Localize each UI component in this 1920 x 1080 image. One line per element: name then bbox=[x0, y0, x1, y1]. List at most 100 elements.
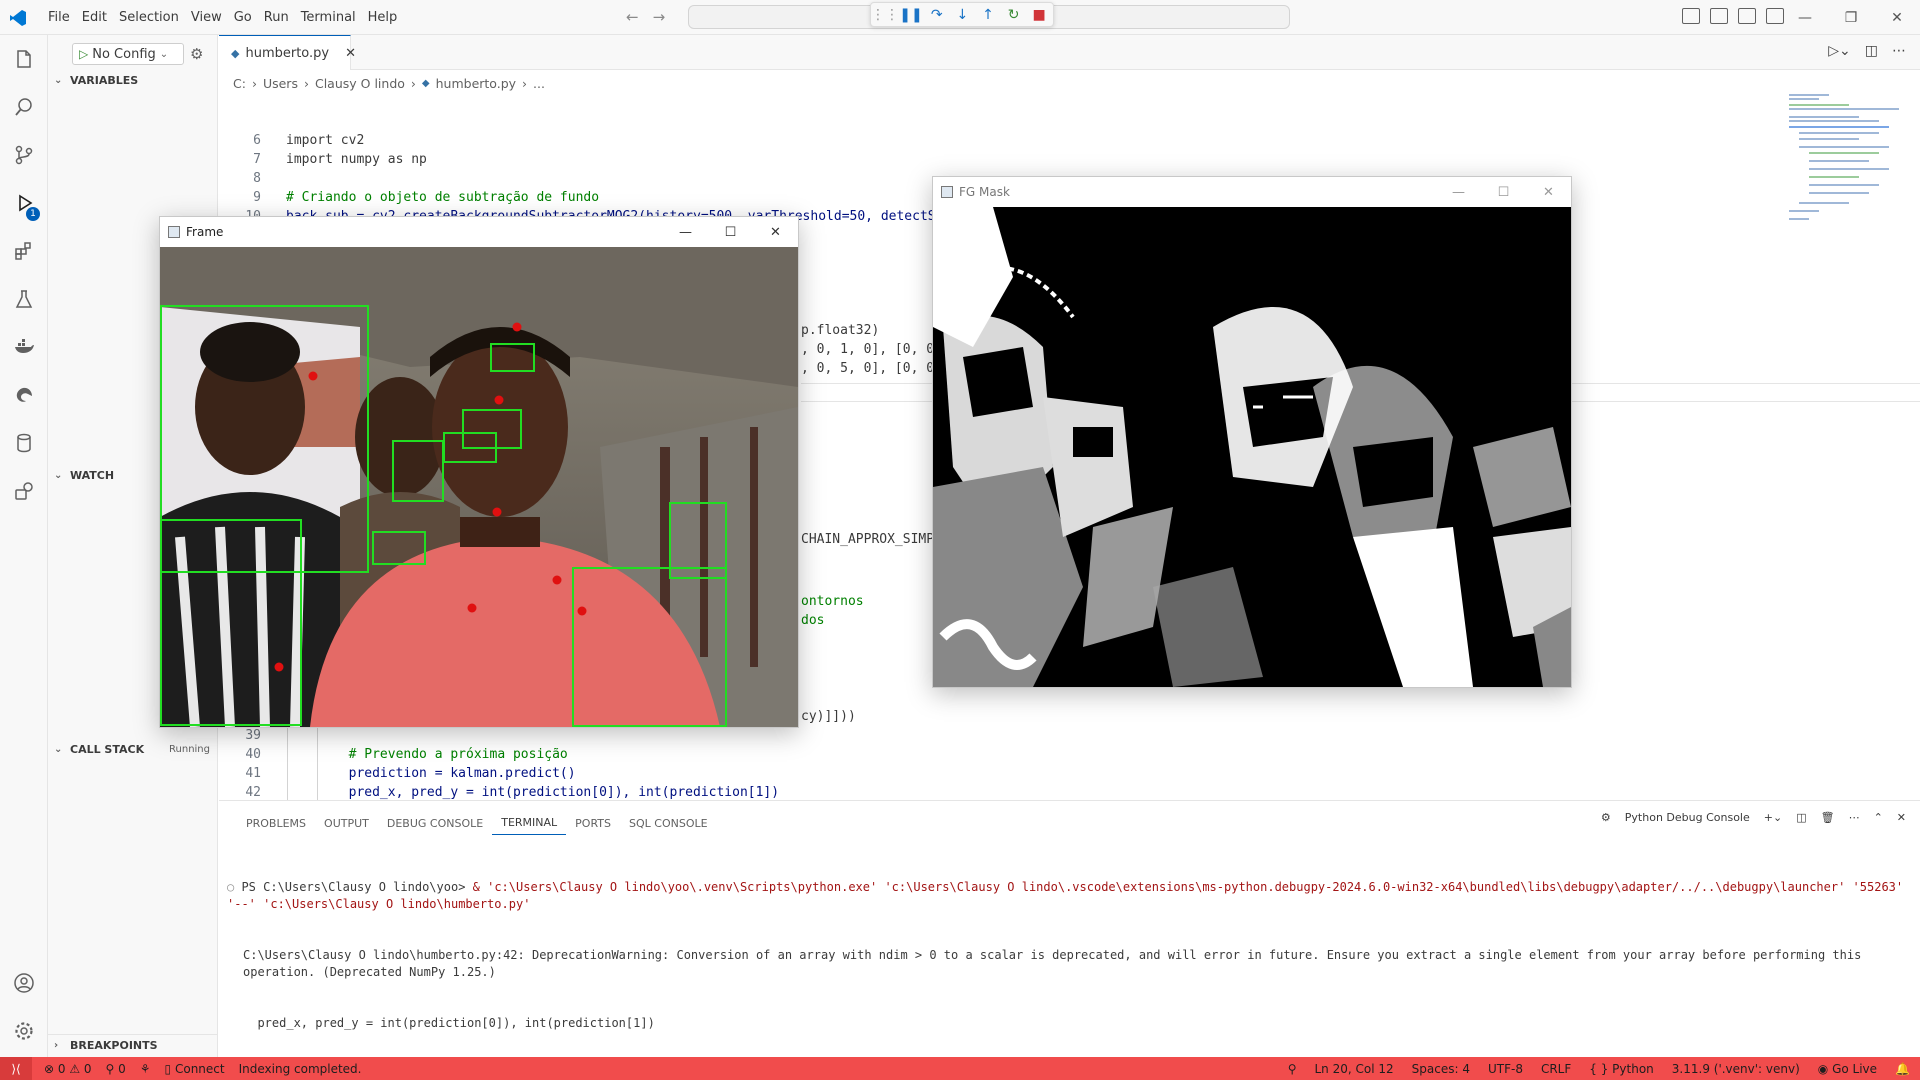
database-icon[interactable] bbox=[0, 419, 48, 467]
python-interpreter[interactable]: 3.11.9 ('.venv': venv) bbox=[1672, 1062, 1800, 1076]
breadcrumb-drive[interactable]: C: bbox=[233, 76, 246, 91]
ports-count[interactable]: ⚲ 0 bbox=[106, 1062, 126, 1076]
toggle-sidebar-icon[interactable] bbox=[1682, 8, 1700, 24]
maximize-button[interactable]: ☐ bbox=[1481, 177, 1526, 207]
code-line: 40 # Prevendo a próxima posição bbox=[245, 747, 568, 762]
close-tab-icon[interactable]: ✕ bbox=[345, 46, 356, 61]
tab-humberto-py[interactable]: ◆ humberto.py ✕ bbox=[219, 35, 356, 70]
tab-problems[interactable]: PROBLEMS bbox=[237, 811, 315, 835]
connect-button[interactable]: ▯ Connect bbox=[165, 1062, 225, 1076]
run-python-file-icon[interactable]: ▷⌄ bbox=[1828, 43, 1851, 59]
problems-count[interactable]: ⊗ 0 ⚠ 0 bbox=[44, 1062, 92, 1076]
menu-run[interactable]: Run bbox=[258, 10, 295, 25]
tab-terminal[interactable]: TERMINAL bbox=[492, 811, 567, 835]
split-terminal-icon[interactable]: ◫ bbox=[1796, 811, 1806, 824]
minimap[interactable] bbox=[1789, 90, 1909, 250]
tab-ports[interactable]: PORTS bbox=[566, 811, 620, 835]
window-app-icon bbox=[941, 186, 953, 198]
tab-debug-console[interactable]: DEBUG CONSOLE bbox=[378, 811, 492, 835]
docker-icon[interactable] bbox=[0, 323, 48, 371]
toggle-panel-icon[interactable] bbox=[1710, 8, 1728, 24]
start-debug-icon[interactable]: ▷ bbox=[79, 47, 88, 61]
cursor-position[interactable]: Ln 20, Col 12 bbox=[1315, 1062, 1394, 1076]
more-actions-icon[interactable]: ⋯ bbox=[1849, 811, 1860, 824]
edge-devtools-icon[interactable] bbox=[0, 371, 48, 419]
close-button[interactable]: ✕ bbox=[753, 217, 798, 247]
maximize-button[interactable]: ☐ bbox=[708, 217, 753, 247]
run-debug-icon[interactable]: 1 bbox=[0, 179, 48, 227]
breadcrumb-users[interactable]: Users bbox=[263, 76, 298, 91]
minimize-button[interactable]: — bbox=[1782, 0, 1828, 35]
frame-window-titlebar[interactable]: Frame bbox=[160, 217, 223, 247]
testing-flask-icon[interactable] bbox=[0, 275, 48, 323]
breadcrumb-user[interactable]: Clausy O lindo bbox=[315, 76, 405, 91]
settings-gear-icon[interactable] bbox=[0, 1007, 48, 1055]
open-launch-json-gear-icon[interactable]: ⚙ bbox=[190, 45, 203, 63]
tab-sql-console[interactable]: SQL CONSOLE bbox=[620, 811, 717, 835]
remote-explorer-icon[interactable] bbox=[0, 467, 48, 515]
activity-bar: 1 bbox=[0, 35, 48, 1057]
minimize-button[interactable]: — bbox=[1436, 177, 1481, 207]
accounts-icon[interactable] bbox=[0, 959, 48, 1007]
notifications-bell-icon[interactable]: 🔔 bbox=[1895, 1062, 1910, 1076]
fg-mask-window[interactable]: FG Mask — ☐ ✕ bbox=[932, 176, 1572, 688]
call-stack-status: Running bbox=[169, 743, 210, 755]
source-control-icon[interactable] bbox=[0, 131, 48, 179]
menu-edit[interactable]: Edit bbox=[76, 10, 113, 25]
fg-mask-window-titlebar[interactable]: FG Mask bbox=[933, 177, 1010, 207]
breakpoints-section-header[interactable]: › BREAKPOINTS bbox=[48, 1034, 218, 1056]
call-stack-section-header[interactable]: ⌄ CALL STACK Running bbox=[48, 738, 218, 760]
vscode-logo-icon bbox=[10, 10, 26, 26]
stop-icon[interactable]: ■ bbox=[1029, 5, 1049, 25]
kill-terminal-icon[interactable]: 🗑 bbox=[1821, 811, 1835, 824]
new-terminal-icon[interactable]: +⌄ bbox=[1764, 811, 1782, 824]
drag-handle-icon[interactable]: ⋮⋮ bbox=[871, 5, 899, 25]
close-button[interactable]: ✕ bbox=[1874, 0, 1920, 35]
debug-status-icon[interactable]: ⚘ bbox=[140, 1062, 151, 1076]
menu-view[interactable]: View bbox=[185, 10, 228, 25]
tab-output[interactable]: OUTPUT bbox=[315, 811, 378, 835]
toggle-secondary-sidebar-icon[interactable] bbox=[1738, 8, 1756, 24]
terminal-output[interactable]: ○ PS C:\Users\Clausy O lindo\yoo> & 'c:\… bbox=[227, 845, 1907, 1066]
terminal-name[interactable]: Python Debug Console bbox=[1625, 811, 1750, 824]
menu-terminal[interactable]: Terminal bbox=[295, 10, 362, 25]
frame-window[interactable]: Frame — ☐ ✕ bbox=[159, 216, 799, 728]
go-live-button[interactable]: ◉ Go Live bbox=[1818, 1062, 1877, 1076]
menu-file[interactable]: File bbox=[42, 10, 76, 25]
run-config-select[interactable]: ▷ No Config ⌄ bbox=[72, 43, 184, 65]
breadcrumb-file[interactable]: humberto.py bbox=[436, 76, 516, 91]
menu-help[interactable]: Help bbox=[362, 10, 404, 25]
forward-arrow-icon[interactable]: → bbox=[653, 8, 666, 26]
minimize-button[interactable]: — bbox=[663, 217, 708, 247]
status-dot-icon: ○ bbox=[227, 880, 242, 894]
extensions-icon[interactable] bbox=[0, 227, 48, 275]
variables-section-header[interactable]: ⌄ VARIABLES bbox=[48, 69, 218, 91]
zoom-search-icon[interactable]: ⚲ bbox=[1288, 1062, 1297, 1076]
menu-go[interactable]: Go bbox=[228, 10, 258, 25]
foreground-mask-image bbox=[933, 207, 1571, 687]
maximize-panel-icon[interactable]: ⌃ bbox=[1874, 811, 1883, 824]
end-of-line[interactable]: CRLF bbox=[1541, 1062, 1571, 1076]
editor-actions: ▷⌄ ◫ ⋯ bbox=[1828, 43, 1906, 59]
title-bar: File Edit Selection View Go Run Terminal… bbox=[0, 0, 1920, 35]
indexing-status: Indexing completed. bbox=[238, 1061, 362, 1076]
restart-icon[interactable]: ↻ bbox=[1004, 5, 1024, 25]
split-editor-icon[interactable]: ◫ bbox=[1865, 43, 1878, 59]
breadcrumb-symbol[interactable]: ... bbox=[533, 76, 545, 91]
encoding[interactable]: UTF-8 bbox=[1488, 1062, 1523, 1076]
close-button[interactable]: ✕ bbox=[1526, 177, 1571, 207]
pause-icon[interactable]: ❚❚ bbox=[899, 5, 922, 25]
indentation[interactable]: Spaces: 4 bbox=[1412, 1062, 1470, 1076]
explorer-icon[interactable] bbox=[0, 35, 48, 83]
restore-button[interactable]: ❐ bbox=[1828, 0, 1874, 35]
language-mode[interactable]: { } Python bbox=[1589, 1062, 1654, 1076]
remote-indicator-icon[interactable]: ⟩⟨ bbox=[0, 1057, 32, 1080]
back-arrow-icon[interactable]: ← bbox=[626, 8, 639, 26]
close-panel-icon[interactable]: ✕ bbox=[1897, 811, 1906, 824]
step-out-icon[interactable]: ↑ bbox=[978, 5, 998, 25]
step-over-icon[interactable]: ↷ bbox=[927, 5, 947, 25]
more-actions-icon[interactable]: ⋯ bbox=[1892, 43, 1906, 59]
menu-selection[interactable]: Selection bbox=[113, 10, 185, 25]
search-icon[interactable] bbox=[0, 83, 48, 131]
step-into-icon[interactable]: ↓ bbox=[953, 5, 973, 25]
